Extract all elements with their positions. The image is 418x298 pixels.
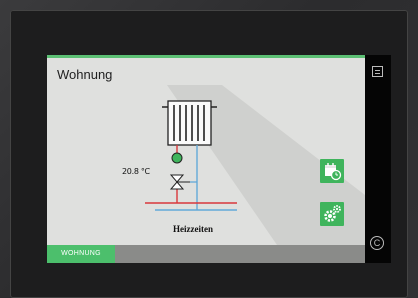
side-panel: C: [365, 55, 391, 263]
schedule-button[interactable]: [320, 159, 344, 183]
menu-list-icon[interactable]: [372, 66, 383, 77]
temperature-readout: 20.8 °C: [122, 167, 150, 176]
tab-wohnung[interactable]: WOHNUNG: [47, 245, 115, 263]
footer-bar: WOHNUNG: [47, 245, 365, 263]
gears-icon: [324, 205, 341, 222]
display-screen: Wohnung 20.8 °C Heizzeiten WOHNUNG: [47, 55, 365, 263]
pump-icon: [171, 152, 183, 164]
valve-icon: [169, 174, 197, 190]
copyright-icon[interactable]: C: [370, 236, 384, 250]
radiator-icon: [162, 100, 217, 146]
calendar-clock-icon: [325, 163, 342, 181]
settings-button[interactable]: [320, 202, 344, 226]
heating-times-label: Heizzeiten: [173, 224, 213, 234]
